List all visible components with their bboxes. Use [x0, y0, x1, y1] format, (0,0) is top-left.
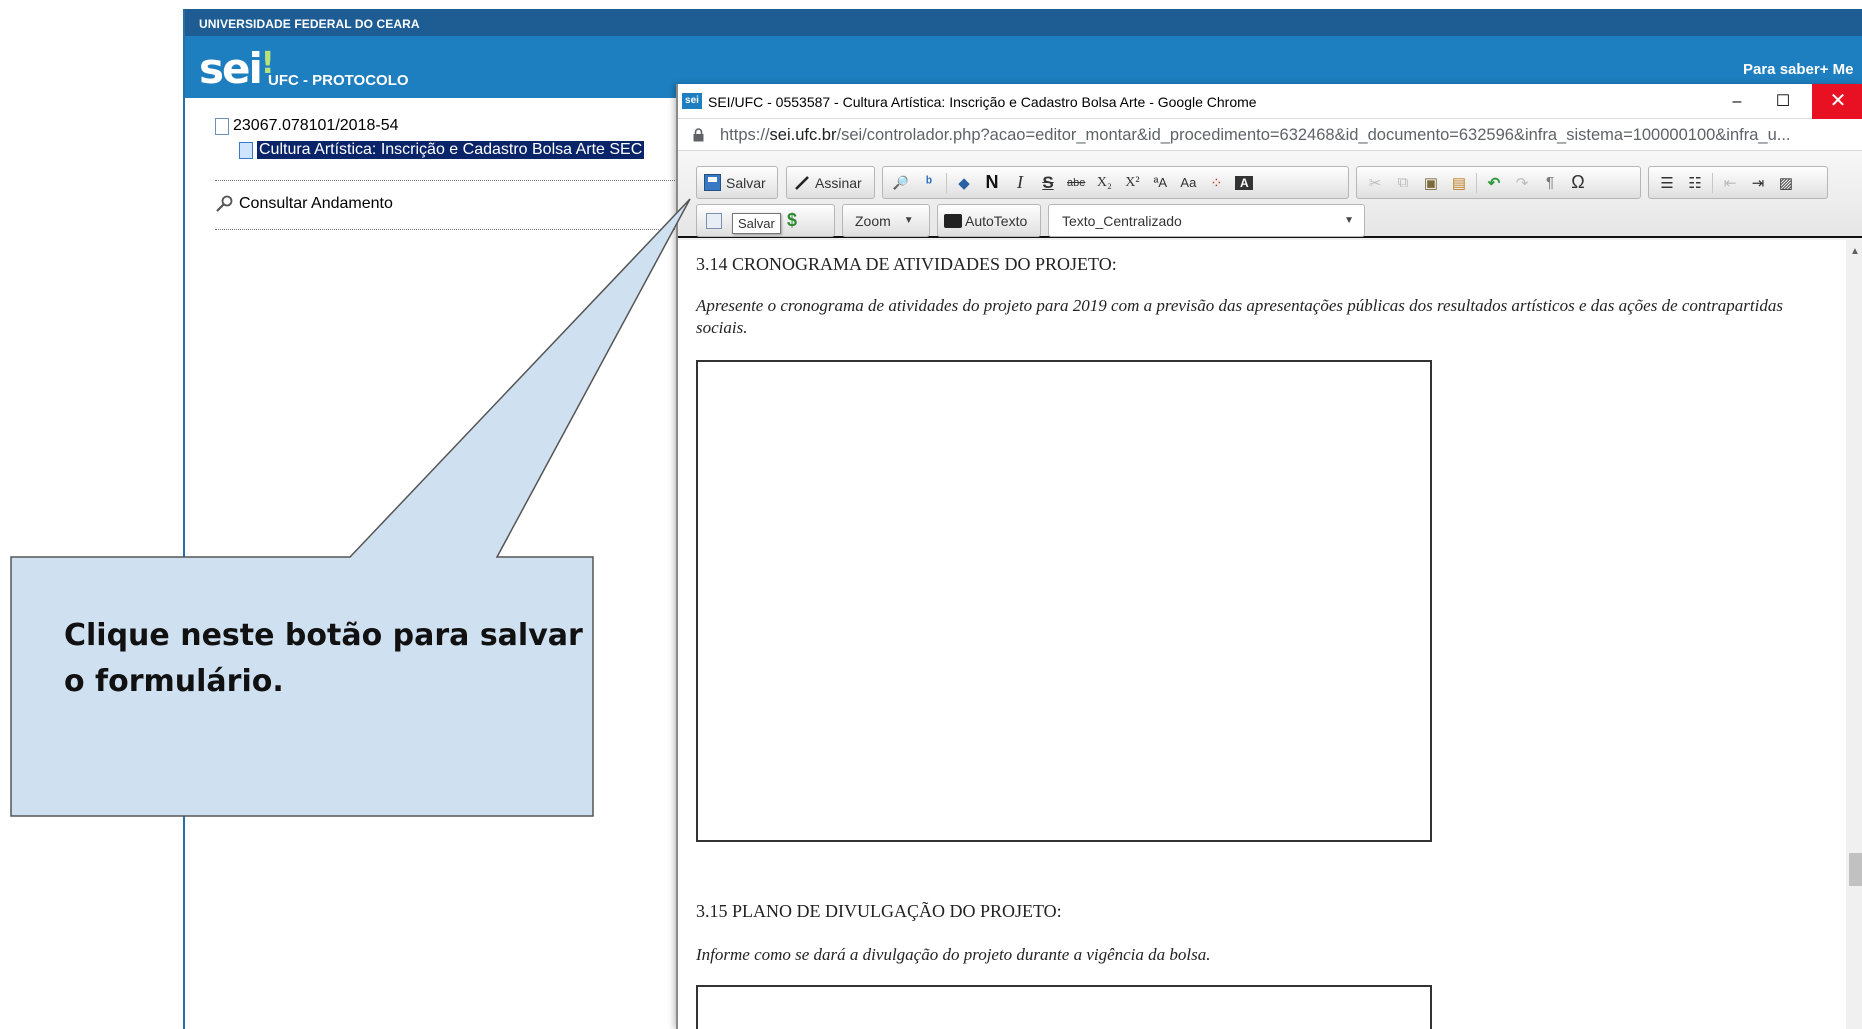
- paste-word-icon[interactable]: ▤: [1450, 174, 1468, 192]
- callout-text: Clique neste botão para salvar o formulá…: [64, 618, 583, 699]
- dollar-icon[interactable]: $: [783, 210, 801, 231]
- toolbar-group-lists: ☰ ☷ ⇤ ⇥ ▨: [1648, 166, 1828, 199]
- section-314-heading: 3.14 CRONOGRAMA DE ATIVIDADES DO PROJETO…: [696, 254, 1117, 274]
- special-char-icon[interactable]: Ω: [1569, 172, 1587, 193]
- sei-favicon-icon: sei: [682, 93, 702, 109]
- strikethrough-icon[interactable]: abe: [1067, 177, 1085, 189]
- vertical-scrollbar[interactable]: ▲: [1846, 240, 1862, 1029]
- section-315-heading: 3.15 PLANO DE DIVULGAÇÃO DO PROJETO:: [696, 901, 1062, 921]
- undo-icon[interactable]: ↶: [1485, 174, 1503, 192]
- url-path: /sei/controlador.php?acao=editor_montar&…: [836, 126, 1791, 144]
- underline-strike-icon[interactable]: S: [1039, 173, 1057, 193]
- save-tooltip: Salvar: [732, 213, 781, 234]
- indent-icon[interactable]: ⇥: [1749, 174, 1767, 192]
- toolbar-group-formatting: 🔎 ᵇ ◆ N I S abe X₂ X² ªA Aa ⁘ A: [882, 166, 1349, 199]
- url-text: https://sei.ufc.br/sei/controlador.php?a…: [720, 126, 1791, 145]
- magnifier-key-icon: [216, 195, 233, 212]
- chevron-down-icon: ▼: [903, 215, 914, 226]
- toolbar-separator: [1712, 172, 1713, 193]
- form-field-icon[interactable]: [706, 212, 722, 229]
- toolbar-separator: [1476, 172, 1477, 193]
- minimize-button[interactable]: –: [1714, 84, 1760, 119]
- para-saber-link[interactable]: Para saber+ Me: [1743, 61, 1854, 78]
- pilcrow-icon[interactable]: ¶: [1541, 174, 1559, 191]
- lowercase-icon[interactable]: Aa: [1179, 175, 1197, 190]
- zoom-dropdown[interactable]: Zoom ▼: [842, 204, 930, 237]
- sei-logo[interactable]: sei!: [199, 44, 275, 93]
- italic-icon[interactable]: I: [1011, 172, 1029, 193]
- scrollbar-thumb[interactable]: [1849, 853, 1862, 886]
- paragraph-style-select[interactable]: Texto_Centralizado ▼: [1048, 204, 1365, 237]
- outdent-icon[interactable]: ⇤: [1721, 174, 1739, 192]
- section-315-answer-box[interactable]: [696, 985, 1432, 1029]
- speech-bubble-icon: [944, 213, 962, 228]
- uppercase-icon[interactable]: ªA: [1151, 175, 1169, 190]
- pen-icon: [795, 175, 809, 190]
- url-host: sei.ufc.br: [769, 126, 837, 144]
- replace-icon[interactable]: ᵇ: [920, 174, 938, 191]
- section-314-instructions: Apresente o cronograma de atividades do …: [696, 296, 1783, 337]
- bulleted-list-icon[interactable]: ☷: [1686, 174, 1704, 192]
- text-color-icon[interactable]: A: [1235, 175, 1254, 190]
- chrome-popup-window: sei SEI/UFC - 0553587 - Cultura Artístic…: [676, 84, 1862, 1029]
- tree-document-item[interactable]: Cultura Artística: Inscrição e Cadastro …: [239, 141, 645, 159]
- tree-divider-bottom: [215, 229, 675, 230]
- subscript-icon[interactable]: X₂: [1095, 175, 1113, 191]
- url-prefix: https://: [720, 126, 770, 144]
- document-editor[interactable]: 3.14 CRONOGRAMA DE ATIVIDADES DO PROJETO…: [678, 240, 1848, 1029]
- sign-button[interactable]: Assinar: [794, 175, 862, 191]
- address-bar[interactable]: https://sei.ufc.br/sei/controlador.php?a…: [678, 119, 1862, 151]
- consultar-andamento-label: Consultar Andamento: [239, 195, 393, 212]
- remove-format-icon[interactable]: ◆: [955, 174, 973, 192]
- sign-button-label: Assinar: [815, 174, 862, 191]
- redo-icon[interactable]: ↷: [1513, 174, 1531, 192]
- unit-name: UFC - PROTOCOLO: [268, 72, 409, 89]
- image-icon[interactable]: ▨: [1777, 174, 1795, 192]
- organization-name: UNIVERSIDADE FEDERAL DO CEARA: [199, 17, 420, 31]
- floppy-disk-icon: [704, 174, 721, 191]
- page: UNIVERSIDADE FEDERAL DO CEARA sei! UFC -…: [0, 0, 1862, 1029]
- consultar-andamento-link[interactable]: Consultar Andamento: [215, 195, 393, 213]
- lock-icon: [693, 128, 704, 142]
- paste-icon[interactable]: ▣: [1422, 174, 1440, 192]
- save-button[interactable]: Salvar: [704, 174, 766, 191]
- bold-icon[interactable]: N: [983, 172, 1001, 193]
- process-number: 23067.078101/2018-54: [233, 117, 399, 134]
- editor-toolbar: Salvar Assinar 🔎 ᵇ ◆ N I S abe X₂ X² ªA …: [678, 151, 1862, 238]
- section-314-answer-box[interactable]: [696, 360, 1432, 842]
- scroll-up-arrow-icon[interactable]: ▲: [1850, 246, 1860, 257]
- process-folder-icon: [215, 117, 229, 135]
- find-icon[interactable]: 🔎: [892, 175, 910, 191]
- toolbar-group-clipboard: ✂ ⧉ ▣ ▤ ↶ ↷ ¶ Ω: [1356, 166, 1641, 199]
- window-title: SEI/UFC - 0553587 - Cultura Artística: I…: [708, 94, 1257, 110]
- toolbar-group-save: Salvar: [696, 166, 778, 199]
- sei-top-bar: UNIVERSIDADE FEDERAL DO CEARA: [185, 9, 1862, 36]
- close-button[interactable]: ✕: [1812, 84, 1862, 119]
- save-button-label: Salvar: [726, 174, 766, 191]
- copy-icon[interactable]: ⧉: [1394, 174, 1412, 191]
- toolbar-separator: [946, 172, 947, 193]
- document-icon: [239, 141, 253, 159]
- numbered-list-icon[interactable]: ☰: [1658, 174, 1676, 192]
- toolbar-group-sign: Assinar: [786, 166, 875, 199]
- autotext-button[interactable]: AutoTexto: [937, 204, 1041, 237]
- paragraph-style-value: Texto_Centralizado: [1062, 212, 1182, 229]
- window-titlebar[interactable]: sei SEI/UFC - 0553587 - Cultura Artístic…: [678, 84, 1862, 119]
- autotext-label: AutoTexto: [965, 212, 1028, 229]
- tree-divider: [215, 180, 675, 181]
- sei-logo-text: sei: [199, 44, 263, 93]
- zoom-label: Zoom: [855, 212, 891, 229]
- document-label: Cultura Artística: Inscrição e Cadastro …: [257, 141, 645, 159]
- superscript-icon[interactable]: X²: [1123, 175, 1141, 191]
- chevron-down-icon: ▼: [1344, 215, 1354, 226]
- table-icon[interactable]: ⁘: [1207, 174, 1225, 192]
- section-315-instructions: Informe como se dará a divulgação do pro…: [696, 945, 1211, 964]
- tree-process-item[interactable]: 23067.078101/2018-54: [215, 117, 399, 135]
- cut-icon[interactable]: ✂: [1366, 174, 1384, 192]
- maximize-button[interactable]: ☐: [1760, 84, 1806, 119]
